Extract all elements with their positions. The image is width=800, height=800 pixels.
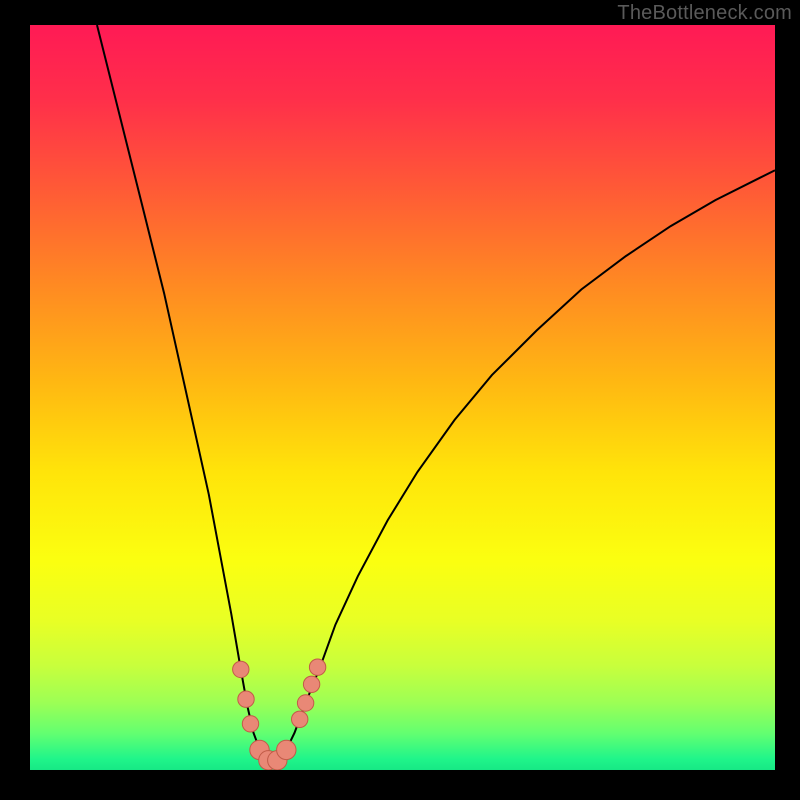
curve-marker [238, 691, 254, 707]
watermark-text: TheBottleneck.com [617, 2, 792, 25]
gradient-background [30, 25, 775, 770]
curve-marker [277, 740, 296, 759]
curve-marker [309, 659, 325, 675]
curve-marker [303, 676, 319, 692]
plot-area [30, 25, 775, 770]
curve-marker [292, 711, 308, 727]
chart-frame: TheBottleneck.com [0, 0, 800, 800]
curve-marker [242, 716, 258, 732]
bottleneck-chart [30, 25, 775, 770]
curve-marker [233, 661, 249, 677]
curve-marker [297, 695, 313, 711]
